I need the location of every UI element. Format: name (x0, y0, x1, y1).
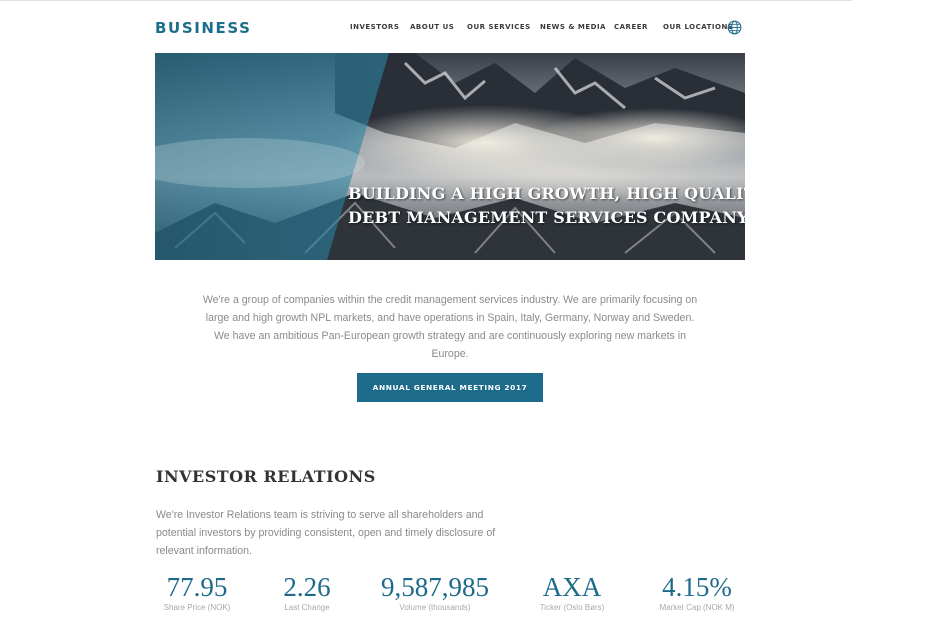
hero-headline-line2: DEBT MANAGEMENT SERVICES COMPANY (348, 207, 745, 227)
stat-value: 4.15% (662, 572, 732, 602)
nav-investors[interactable]: INVESTORS (350, 23, 399, 31)
stat-value: 9,587,985 (381, 572, 489, 602)
nav-about-us[interactable]: ABOUT US (410, 23, 454, 31)
main-nav: INVESTORS ABOUT US OUR SERVICES NEWS & M… (0, 23, 930, 35)
nav-news-media[interactable]: NEWS & MEDIA (540, 23, 606, 31)
hero-banner: BUILDING A HIGH GROWTH, HIGH QUALITY DEB… (155, 53, 745, 260)
stat-value: AXA (542, 572, 602, 602)
investor-relations-text: We're Investor Relations team is strivin… (156, 508, 496, 557)
stat-label: Ticker (Oslo Børs) (539, 603, 605, 612)
nav-our-locations[interactable]: OUR LOCATIONS (663, 23, 733, 31)
stat-last-change: 2.26 Last Change (248, 572, 366, 612)
stat-value: 2.26 (283, 572, 331, 602)
stat-label: Volume (thousands) (399, 603, 471, 612)
stat-label: Last Change (284, 603, 330, 612)
annual-general-meeting-button[interactable]: ANNUAL GENERAL MEETING 2017 (357, 373, 543, 402)
stat-value: 77.95 (166, 572, 228, 602)
stat-label: Share Price (NOK) (163, 603, 231, 612)
hero-headline: BUILDING A HIGH GROWTH, HIGH QUALITY DEB… (348, 182, 745, 230)
nav-our-services[interactable]: OUR SERVICES (467, 23, 531, 31)
stat-ticker: AXA Ticker (Oslo Børs) (513, 572, 631, 612)
nav-career[interactable]: CAREER (614, 23, 648, 31)
stat-share-price: 77.95 Share Price (NOK) (138, 572, 256, 612)
hero-headline-line1: BUILDING A HIGH GROWTH, HIGH QUALITY (348, 183, 745, 203)
stat-label: Market Cap (NOK M) (659, 603, 735, 612)
top-divider (0, 0, 852, 1)
intro-paragraph: We're a group of companies within the cr… (202, 293, 698, 361)
investor-relations-heading: INVESTOR RELATIONS (156, 467, 376, 487)
stat-volume: 9,587,985 Volume (thousands) (376, 572, 494, 612)
stat-market-cap: 4.15% Market Cap (NOK M) (638, 572, 756, 612)
globe-icon[interactable] (727, 20, 742, 35)
